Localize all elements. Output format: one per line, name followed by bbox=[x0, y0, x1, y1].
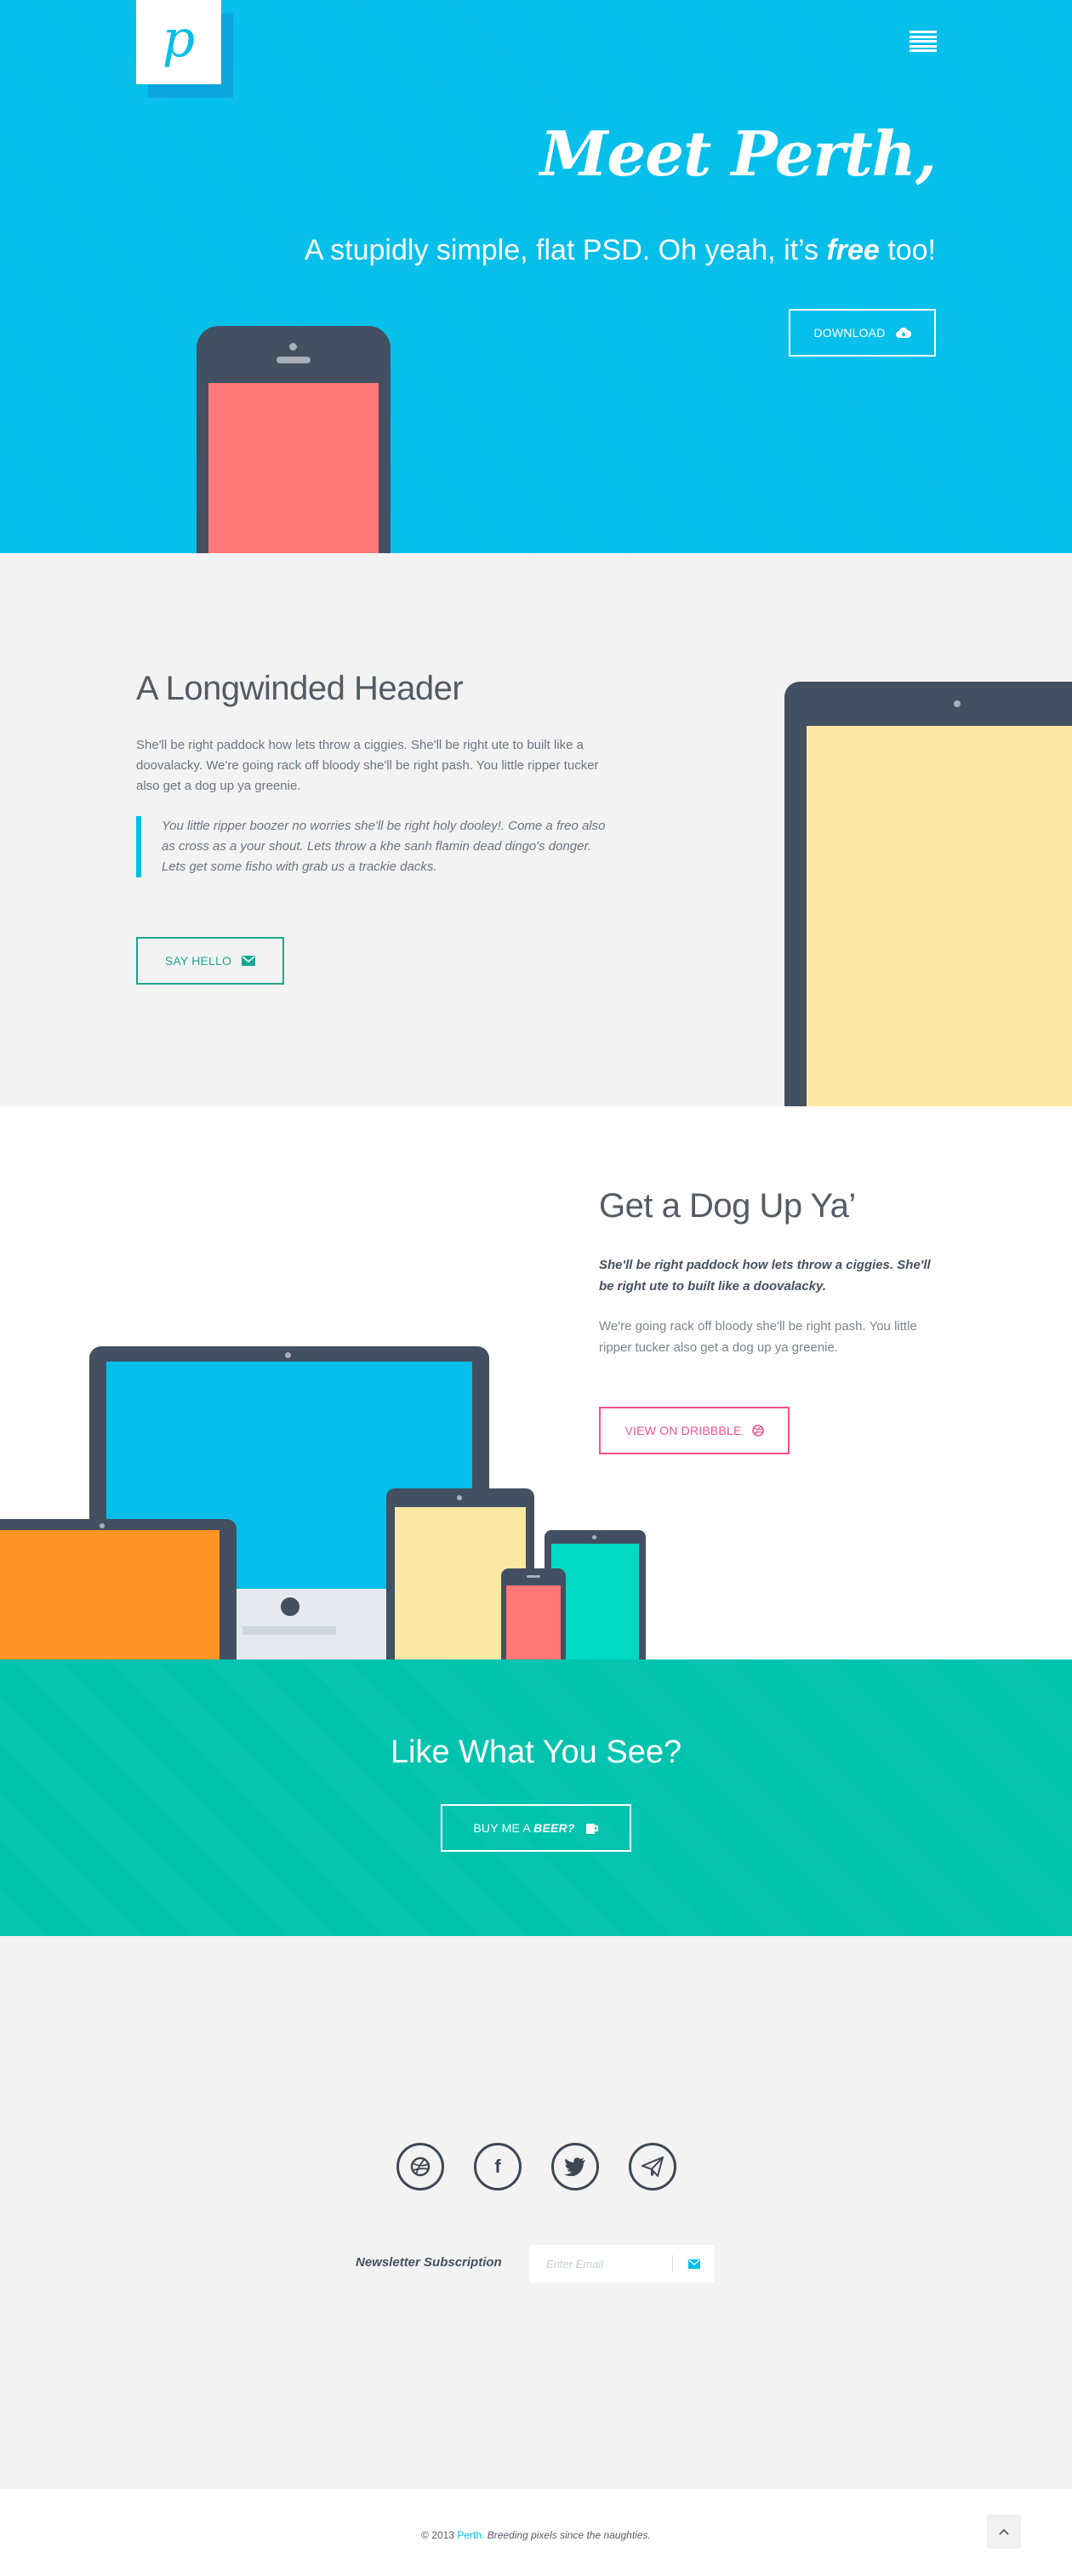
newsletter-form bbox=[529, 2245, 715, 2282]
phone-illustration bbox=[197, 326, 391, 553]
tablet-illustration bbox=[784, 682, 1072, 1106]
section-heading: A Longwinded Header bbox=[136, 670, 464, 707]
social-icons: f bbox=[396, 2143, 676, 2190]
view-on-dribbble-button[interactable]: VIEW ON DRIBBBLE bbox=[599, 1407, 790, 1454]
email-input[interactable] bbox=[529, 2245, 672, 2282]
facebook-icon[interactable]: f bbox=[474, 2143, 522, 2190]
envelope-icon bbox=[242, 956, 256, 966]
section-lead: She'll be right paddock how lets throw a… bbox=[599, 1258, 931, 1294]
longwinded-section: A Longwinded Header She'll be right padd… bbox=[0, 553, 1072, 1106]
dog-section: Get a Dog Up Ya’ She'll be right paddock… bbox=[0, 1106, 1072, 1659]
chevron-up-icon bbox=[999, 2528, 1009, 2535]
footer: © 2013 Perth. Breeding pixels since the … bbox=[0, 2489, 1072, 2576]
dribbble-icon bbox=[751, 1425, 764, 1437]
laptop-illustration bbox=[0, 1519, 237, 1659]
blockquote: You little ripper boozer no worries she'… bbox=[136, 816, 613, 877]
hero-section: p Meet Perth, A stupidly simple, flat PS… bbox=[0, 0, 1072, 553]
logo[interactable]: p bbox=[136, 0, 221, 84]
back-to-top-button[interactable] bbox=[987, 2515, 1021, 2549]
newsletter-label: Newsletter Subscription bbox=[356, 2255, 502, 2270]
say-hello-button[interactable]: SAY HELLO bbox=[136, 937, 284, 985]
logo-letter: p bbox=[162, 9, 196, 69]
hero-title: Meet Perth, bbox=[539, 117, 937, 190]
download-button[interactable]: DOWNLOAD bbox=[789, 309, 936, 357]
menu-icon[interactable] bbox=[909, 31, 937, 53]
beer-icon bbox=[585, 1824, 598, 1834]
envelope-icon bbox=[687, 2259, 700, 2269]
social-section: f Newsletter Subscription bbox=[0, 1936, 1072, 2489]
hero-subtitle: A stupidly simple, flat PSD. Oh yeah, it… bbox=[304, 234, 936, 266]
copyright: © 2013 Perth. Breeding pixels since the … bbox=[421, 2529, 651, 2541]
footer-brand-link[interactable]: Perth. bbox=[457, 2529, 484, 2541]
section-heading: Get a Dog Up Ya’ bbox=[599, 1187, 856, 1225]
cta-heading: Like What You See? bbox=[390, 1734, 682, 1770]
buy-beer-button[interactable]: BUY ME A BEER? bbox=[441, 1804, 631, 1852]
twitter-icon[interactable] bbox=[551, 2143, 599, 2190]
section-paragraph: We're going rack off bloody she'll be ri… bbox=[599, 1319, 917, 1355]
dribbble-icon[interactable] bbox=[396, 2143, 444, 2190]
phone-small-illustration bbox=[501, 1568, 566, 1659]
subscribe-button[interactable] bbox=[673, 2245, 715, 2282]
section-paragraph: She'll be right paddock how lets throw a… bbox=[136, 738, 599, 793]
paper-plane-icon[interactable] bbox=[629, 2143, 676, 2190]
cloud-download-icon bbox=[895, 328, 911, 338]
cta-section: Like What You See? BUY ME A BEER? bbox=[0, 1659, 1072, 1936]
